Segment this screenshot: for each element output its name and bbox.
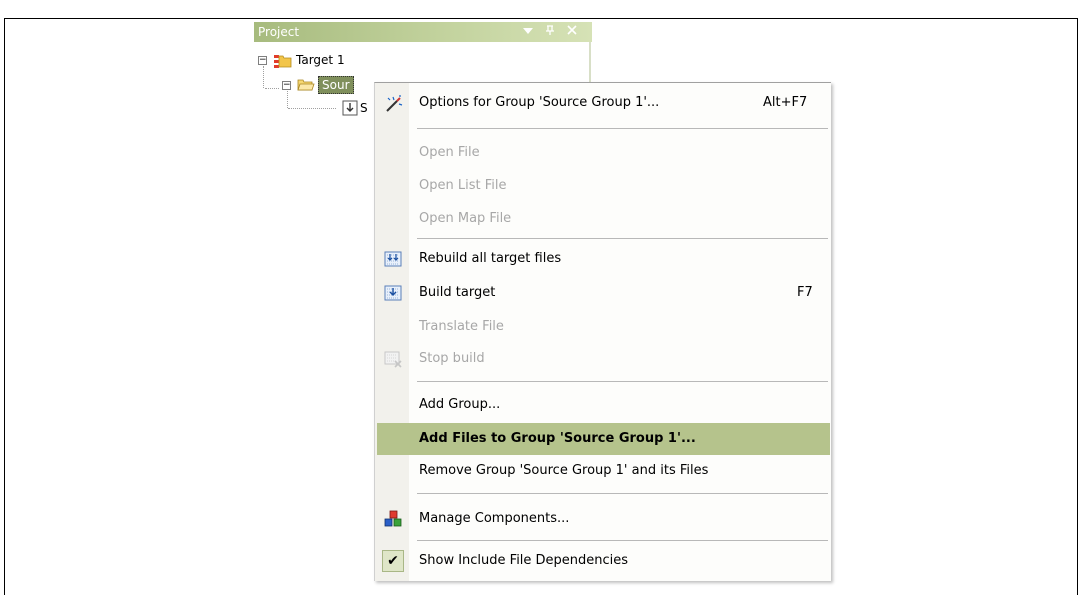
target-folder-icon [274, 53, 292, 68]
components-icon [384, 510, 402, 528]
menu-item-label: Rebuild all target files [419, 251, 562, 266]
tree-line [263, 66, 264, 88]
menu-item-add-files-to-group[interactable]: Add Files to Group 'Source Group 1'... [377, 423, 830, 455]
menu-separator [417, 381, 828, 382]
menu-separator [417, 128, 828, 129]
collapse-toggle[interactable]: − [258, 56, 267, 65]
menu-item-open-map-file[interactable]: Open Map File [377, 203, 830, 235]
tree-line [288, 108, 336, 109]
tree-line [287, 88, 288, 108]
menu-item-label: Remove Group 'Source Group 1' and its Fi… [419, 463, 709, 478]
menu-item-label: Options for Group 'Source Group 1'... [419, 95, 660, 110]
menu-item-add-group[interactable]: Add Group... [377, 389, 830, 421]
menu-item-open-list-file[interactable]: Open List File [377, 170, 830, 202]
menu-separator [417, 238, 828, 239]
menu-separator [417, 493, 828, 494]
menu-item-remove-group[interactable]: Remove Group 'Source Group 1' and its Fi… [377, 455, 830, 487]
tree-line [265, 88, 279, 89]
dropdown-icon[interactable] [522, 24, 534, 39]
project-panel-title: Project [258, 25, 300, 39]
menu-item-label: Open File [419, 145, 480, 160]
menu-separator [417, 540, 828, 541]
file-icon [342, 100, 358, 116]
rebuild-icon [384, 250, 402, 268]
tree-item-label: Sour [318, 76, 354, 94]
menu-item-label: Translate File [419, 319, 504, 334]
menu-item-label: Open Map File [419, 211, 512, 226]
menu-item-stop-build[interactable]: Stop build [377, 343, 830, 375]
collapse-toggle[interactable]: − [282, 81, 291, 90]
menu-item-show-include-dependencies[interactable]: ✔ Show Include File Dependencies [377, 545, 830, 577]
menu-item-label: Add Files to Group 'Source Group 1'... [419, 431, 696, 446]
menu-item-options-for-group[interactable]: Options for Group 'Source Group 1'... Al… [377, 87, 830, 119]
menu-item-label: Build target [419, 285, 496, 300]
build-icon [384, 284, 402, 302]
menu-item-rebuild-all[interactable]: Rebuild all target files [377, 243, 830, 275]
checkmark-icon: ✔ [382, 550, 404, 572]
menu-item-label: Open List File [419, 178, 507, 193]
pin-icon[interactable] [544, 24, 556, 39]
options-wand-icon [384, 94, 403, 112]
menu-item-open-file[interactable]: Open File [377, 137, 830, 169]
menu-item-label: Add Group... [419, 397, 501, 412]
tree-item-label: Target 1 [296, 53, 345, 67]
menu-item-manage-components[interactable]: Manage Components... [377, 503, 830, 535]
menu-item-label: Manage Components... [419, 511, 570, 526]
project-panel-titlebar: Project [254, 22, 592, 42]
menu-item-shortcut: Alt+F7 [763, 95, 808, 110]
open-folder-icon [297, 78, 315, 91]
tree-item-label: S [360, 101, 368, 115]
stop-build-icon [384, 350, 402, 368]
close-icon[interactable] [566, 24, 578, 39]
menu-item-label: Stop build [419, 351, 485, 366]
context-menu: Options for Group 'Source Group 1'... Al… [374, 82, 831, 581]
menu-item-build-target[interactable]: Build target F7 [377, 277, 830, 309]
menu-item-label: Show Include File Dependencies [419, 553, 629, 568]
menu-item-translate-file[interactable]: Translate File [377, 311, 830, 343]
menu-item-shortcut: F7 [797, 285, 813, 300]
